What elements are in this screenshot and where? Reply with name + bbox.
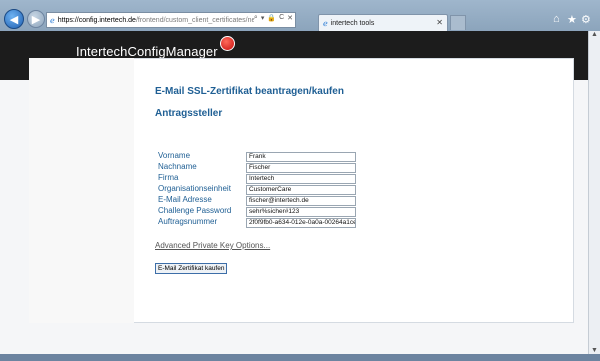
lock-icon[interactable]: 🔒 — [267, 14, 276, 22]
label-vorname: Vorname — [158, 151, 191, 160]
scroll-down-icon[interactable]: ▼ — [591, 347, 598, 354]
ie-logo-icon: ℯ — [50, 15, 55, 25]
ie-logo-icon: ℯ — [323, 18, 328, 28]
browser-window: ◀ ▶ ℯ https://config.intertech.de/fronte… — [0, 0, 600, 361]
browser-tab[interactable]: ℯ intertech tools ✕ — [318, 14, 448, 31]
arrow-left-icon: ◀ — [9, 13, 19, 26]
page-title: E-Mail SSL-Zertifikat beantragen/kaufen — [155, 86, 344, 97]
brand-logo-icon — [220, 36, 235, 51]
address-bar[interactable]: ℯ https://config.intertech.de/frontend/c… — [46, 12, 296, 28]
left-column — [29, 58, 134, 323]
scroll-up-icon[interactable]: ▲ — [591, 31, 598, 38]
brand-name: IntertechConfigManager — [76, 44, 218, 59]
dropdown-icon[interactable]: ▾ — [261, 14, 265, 22]
close-tab-icon[interactable]: ✕ — [436, 18, 443, 27]
search-icon[interactable]: ⌕ — [254, 14, 258, 22]
input-firma[interactable]: Intertech — [246, 174, 356, 184]
section-title: Antragssteller — [155, 108, 223, 119]
input-auftragsnummer[interactable]: 2f0f9fb0-a634-012e-0a0a-00264a1ce — [246, 218, 356, 228]
home-icon[interactable]: ⌂ — [553, 13, 560, 25]
label-challenge-password: Challenge Password — [158, 206, 232, 215]
submit-button[interactable]: E-Mail Zertifikat kaufen — [155, 263, 228, 274]
star-icon[interactable]: ★ — [567, 13, 577, 26]
stop-icon[interactable]: ✕ — [287, 14, 293, 22]
label-auftragsnummer: Auftragsnummer — [158, 217, 218, 226]
label-email: E-Mail Adresse — [158, 195, 212, 204]
input-nachname[interactable]: Fischer — [246, 163, 356, 173]
input-organisationseinheit[interactable]: CustomerCare — [246, 185, 356, 195]
label-firma: Firma — [158, 173, 179, 182]
status-bar — [0, 354, 600, 361]
forward-button[interactable]: ▶ — [27, 10, 45, 28]
advanced-options-link[interactable]: Advanced Private Key Options... — [155, 241, 270, 250]
new-tab-button[interactable] — [450, 15, 466, 30]
url-path: /frontend/custom_client_certificates/new — [135, 16, 261, 24]
input-challenge-password[interactable]: sehr%sicher#123 — [246, 207, 356, 217]
vertical-scrollbar[interactable]: ▲ ▼ — [588, 31, 600, 354]
refresh-icon[interactable]: C — [279, 14, 284, 22]
tab-title: intertech tools — [330, 19, 375, 27]
label-nachname: Nachname — [158, 162, 197, 171]
label-organisationseinheit: Organisationseinheit — [158, 184, 231, 193]
input-email[interactable]: fischer@intertech.de — [246, 196, 356, 206]
gear-icon[interactable]: ⚙ — [581, 13, 591, 26]
url-host: https://config.intertech.de — [57, 16, 136, 24]
arrow-right-icon: ▶ — [31, 13, 41, 26]
back-button[interactable]: ◀ — [4, 9, 24, 29]
address-tools: ⌕ ▾ 🔒 C ✕ — [253, 14, 293, 22]
input-vorname[interactable]: Frank — [246, 152, 356, 162]
